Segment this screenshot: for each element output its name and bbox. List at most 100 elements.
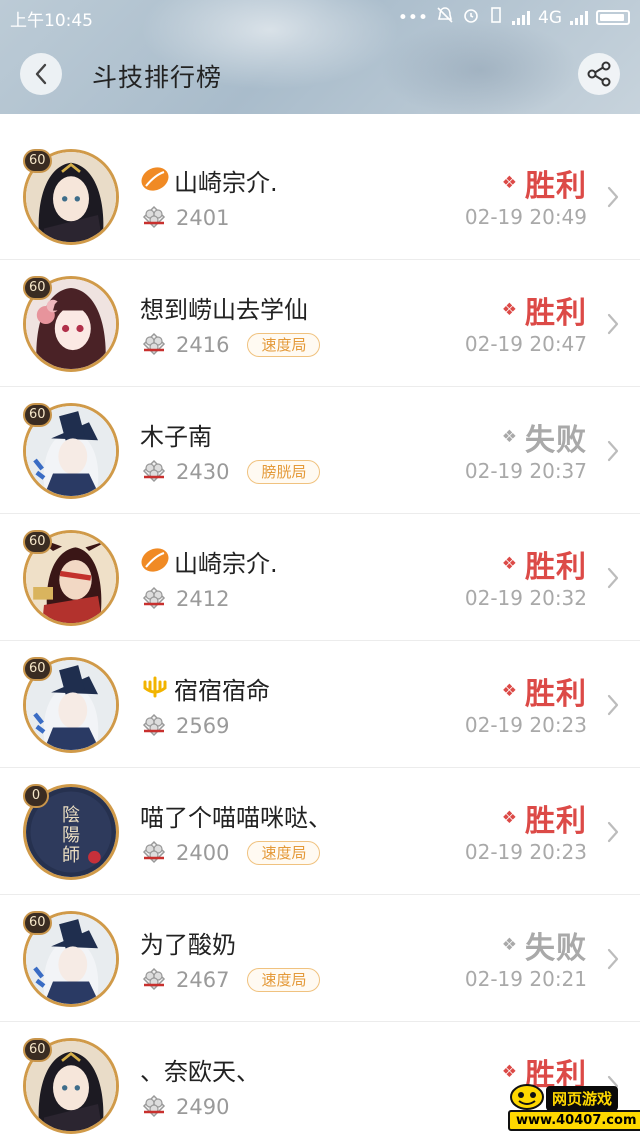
level-badge: 60 [23,276,52,300]
result-text: 失败 [525,423,587,458]
svg-text:陰: 陰 [62,805,80,826]
network-type: 4G [538,7,562,28]
level-badge: 60 [23,403,52,427]
level-badge: 60 [23,657,52,681]
match-type-badge: 速度局 [247,968,321,992]
watermark-line2: www.40407.com [508,1110,640,1131]
player-score: 2490 [176,1095,230,1119]
match-result: ❖ 胜利 [502,669,587,713]
score-icon [140,1092,168,1122]
share-icon [587,61,611,87]
chevron-right-icon [607,567,619,589]
level-badge: 60 [23,530,52,554]
player-score: 2412 [176,587,230,611]
battle-record-row[interactable]: 陰陽師 0 喵了个喵喵咪哒、 2400 速度局 ❖ 胜利 02-19 20:23 [0,768,640,895]
diamond-icon: ❖ [501,935,517,955]
player-name: 木子南 [140,423,212,451]
chevron-right-icon [607,694,619,716]
player-name: 山崎宗介. [174,550,278,578]
player-name: 、奈欧天、 [140,1058,260,1086]
player-name: 宿宿宿命 [174,677,270,705]
diamond-icon: ❖ [501,808,517,828]
battle-record-row[interactable]: 60 山崎宗介. 2401 ❖ 胜利 02-19 20:49 [0,133,640,260]
result-text: 胜利 [525,677,587,712]
svg-text:師: 師 [62,845,80,866]
diamond-icon: ❖ [501,681,517,701]
score-icon [140,203,168,233]
level-badge: 60 [23,1038,52,1062]
player-score: 2401 [176,206,230,230]
svg-text:陽: 陽 [62,825,80,846]
level-badge: 0 [23,784,49,808]
player-name: 为了酸奶 [140,931,236,959]
player-score: 2467 [176,968,230,992]
player-name: 山崎宗介. [174,169,278,197]
match-time: 02-19 20:21 [464,967,587,991]
result-text: 胜利 [525,296,587,331]
chevron-right-icon [607,186,619,208]
battle-record-row[interactable]: 60 山崎宗介. 2412 ❖ 胜利 02-19 20:32 [0,514,640,641]
match-result: ❖ 失败 [502,415,587,459]
match-result: ❖ 胜利 [502,796,587,840]
battle-record-row[interactable]: 60 为了酸奶 2467 速度局 ❖ 失败 02-19 20:21 [0,895,640,1022]
result-text: 胜利 [525,804,587,839]
gold-emblem-icon [140,674,170,704]
mascot-icon [510,1084,544,1110]
page-title: 斗技排行榜 [92,63,223,92]
match-time: 02-19 20:49 [464,205,587,229]
level-badge: 60 [23,911,52,935]
match-time: 02-19 20:37 [464,459,587,483]
match-result: ❖ 胜利 [502,161,587,205]
match-result: ❖ 胜利 [502,288,587,332]
battle-record-row[interactable]: 60 木子南 2430 膀胱局 ❖ 失败 02-19 20:37 [0,387,640,514]
rugby-ball-icon [140,166,170,196]
player-name: 喵了个喵喵咪哒、 [140,804,332,832]
score-icon [140,330,168,360]
header-bar: 上午10:45 ••• 4G 斗技排行榜 [0,0,640,114]
site-watermark: 网页游戏 www.40407.com [506,1082,640,1134]
chevron-left-icon [35,63,47,85]
player-score: 2400 [176,841,230,865]
chevron-right-icon [607,821,619,843]
result-text: 胜利 [525,169,587,204]
battery-icon [596,10,630,25]
signal-icon-2 [570,10,588,25]
diamond-icon: ❖ [501,173,517,193]
mute-icon [436,6,454,29]
battle-record-row[interactable]: 60 宿宿宿命 2569 ❖ 胜利 02-19 20:23 [0,641,640,768]
back-button[interactable] [20,53,62,95]
alarm-icon [462,6,480,29]
match-type-badge: 膀胱局 [247,460,321,484]
player-score: 2569 [176,714,230,738]
score-icon [140,584,168,614]
player-name: 想到崂山去学仙 [140,296,308,324]
share-button[interactable] [578,53,620,95]
chevron-right-icon [607,948,619,970]
match-time: 02-19 20:32 [464,586,587,610]
match-time: 02-19 20:23 [464,840,587,864]
match-result: ❖ 失败 [502,923,587,967]
chevron-right-icon [607,313,619,335]
player-score: 2430 [176,460,230,484]
diamond-icon: ❖ [501,427,517,447]
rugby-ball-icon [140,547,170,577]
battle-record-list: 60 山崎宗介. 2401 ❖ 胜利 02-19 20:49 60 想到崂山去学仙 2416 速度… [0,133,640,1137]
result-text: 胜利 [525,550,587,585]
player-score: 2416 [176,333,230,357]
match-time: 02-19 20:47 [464,332,587,356]
match-type-badge: 速度局 [247,333,321,357]
diamond-icon: ❖ [501,300,517,320]
score-icon [140,965,168,995]
watermark-line1: 网页游戏 [546,1086,619,1111]
battle-record-row[interactable]: 60 想到崂山去学仙 2416 速度局 ❖ 胜利 02-19 20:47 [0,260,640,387]
score-icon [140,457,168,487]
result-text: 失败 [525,931,587,966]
diamond-icon: ❖ [501,1062,517,1082]
more-dots-icon: ••• [397,7,428,28]
match-time: 02-19 20:23 [464,713,587,737]
match-type-badge: 速度局 [247,841,321,865]
match-result: ❖ 胜利 [502,542,587,586]
status-bar: 上午10:45 ••• 4G [0,0,640,34]
chevron-right-icon [607,440,619,462]
level-badge: 60 [23,149,52,173]
